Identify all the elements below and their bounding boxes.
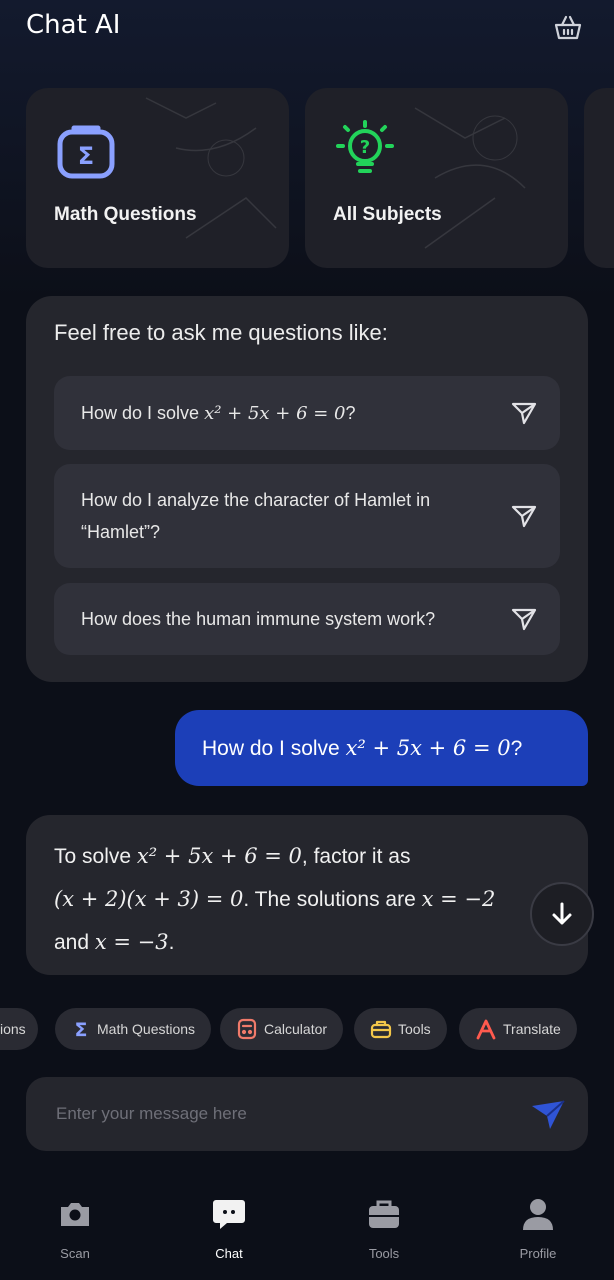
chat-icon xyxy=(213,1200,245,1229)
app-title: Chat AI xyxy=(26,10,121,40)
lightbulb-question-icon: ? xyxy=(336,120,394,173)
chip-partial[interactable]: ions xyxy=(0,1008,38,1050)
card-math-questions[interactable]: Σ Math Questions xyxy=(26,88,289,268)
arrow-down-icon xyxy=(552,902,572,925)
card-label: All Subjects xyxy=(333,204,442,225)
scroll-down-button[interactable] xyxy=(530,882,594,946)
chip-label: Math Questions xyxy=(97,1021,196,1037)
nav-item-profile[interactable]: Profile xyxy=(478,1196,598,1261)
suggestion-item[interactable]: How do I analyze the character of Hamlet… xyxy=(54,464,560,568)
card-label: Math Questions xyxy=(54,204,197,225)
basket-icon xyxy=(554,15,582,40)
send-button-icon[interactable] xyxy=(528,1095,568,1135)
chip-label: Calculator xyxy=(264,1021,328,1037)
chip-label: Translate xyxy=(503,1021,561,1037)
quick-action-chips: ions Σ Math Questions Calculator Tools T… xyxy=(0,1008,614,1050)
person-icon xyxy=(523,1199,553,1230)
send-icon xyxy=(511,402,537,425)
chip-label: ions xyxy=(0,1021,26,1037)
message-input-bar xyxy=(26,1077,588,1151)
send-icon xyxy=(511,608,537,631)
chip-tools[interactable]: Tools xyxy=(354,1008,447,1050)
send-icon xyxy=(511,505,537,528)
chip-math-questions[interactable]: Σ Math Questions xyxy=(55,1008,212,1050)
ai-message-bubble: To solve x² + 5x + 6 = 0, factor it as (… xyxy=(26,815,588,975)
suggestion-text: How does the human immune system work? xyxy=(81,609,436,629)
translate-icon xyxy=(476,1019,496,1040)
suggestions-heading: Feel free to ask me questions like: xyxy=(54,320,388,345)
suggestion-text: How do I analyze the character of Hamlet… xyxy=(81,490,431,542)
card-all-subjects[interactable]: ? All Subjects xyxy=(305,88,568,268)
sigma-icon: Σ xyxy=(75,1019,88,1039)
chip-label: Tools xyxy=(398,1021,431,1037)
svg-text:Σ: Σ xyxy=(78,142,94,170)
nav-item-tools[interactable]: Tools xyxy=(324,1196,444,1261)
chip-translate[interactable]: Translate xyxy=(459,1008,577,1050)
svg-text:?: ? xyxy=(360,137,370,158)
ai-message-line: (x + 2)(x + 3) = 0. The solutions are x … xyxy=(54,887,496,911)
user-message-bubble: How do I solve x² + 5x + 6 = 0? xyxy=(175,710,588,786)
user-message-text: How do I solve x² + 5x + 6 = 0? xyxy=(202,735,523,760)
card-partial[interactable] xyxy=(584,88,614,268)
briefcase-icon xyxy=(369,1200,399,1228)
basket-button[interactable] xyxy=(548,8,588,48)
suggestions-panel: Feel free to ask me questions like: How … xyxy=(26,296,588,682)
category-cards: Σ Math Questions ? All Subjects xyxy=(0,88,614,268)
nav-label: Scan xyxy=(60,1246,90,1261)
svg-text:Σ: Σ xyxy=(75,1019,88,1039)
camera-icon xyxy=(61,1203,89,1226)
ai-message-line: To solve x² + 5x + 6 = 0, factor it as xyxy=(54,844,411,868)
nav-label: Profile xyxy=(519,1246,557,1261)
bottom-navigation: Scan Chat Tools Profile xyxy=(0,1180,614,1280)
ai-message-line: and x = −3. xyxy=(54,930,175,954)
nav-label: Chat xyxy=(215,1246,243,1261)
calculator-icon xyxy=(237,1018,257,1040)
suggestion-item[interactable]: How does the human immune system work? xyxy=(54,583,560,655)
suggestion-item[interactable]: How do I solve x² + 5x + 6 = 0? xyxy=(54,376,560,450)
nav-item-scan[interactable]: Scan xyxy=(15,1196,135,1261)
nav-label: Tools xyxy=(368,1246,400,1261)
chip-calculator[interactable]: Calculator xyxy=(220,1008,344,1050)
suggestion-text: How do I solve x² + 5x + 6 = 0? xyxy=(81,402,356,424)
sigma-icon: Σ xyxy=(57,125,115,179)
toolbox-icon xyxy=(370,1020,392,1039)
message-input[interactable] xyxy=(56,1096,516,1132)
nav-item-chat[interactable]: Chat xyxy=(169,1196,289,1261)
